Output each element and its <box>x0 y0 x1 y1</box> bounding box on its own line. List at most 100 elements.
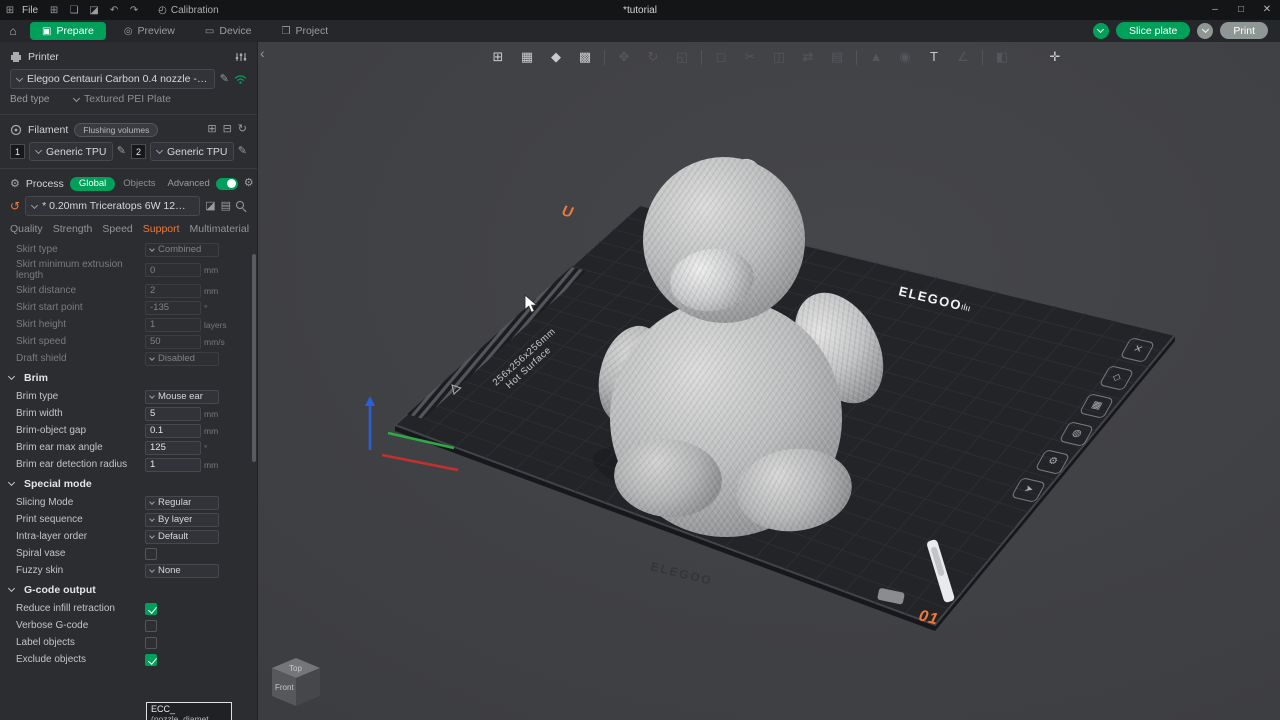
chevron-down-icon <box>31 201 38 208</box>
svg-text:Top: Top <box>289 664 302 673</box>
setting-input-brim-width[interactable] <box>145 407 201 421</box>
save-preset-icon[interactable]: ◪ <box>205 201 215 212</box>
setting-row-print-sequence: Print sequenceBy layer <box>0 511 257 528</box>
sidebar-scrollbar[interactable] <box>252 254 256 462</box>
new-project-icon[interactable]: ❏ <box>64 5 84 16</box>
edit-printer-icon[interactable]: ✎ <box>220 74 229 85</box>
add-filament-icon[interactable]: ⊞ <box>207 124 216 135</box>
navigation-cube[interactable]: Top Front <box>260 646 330 716</box>
redo-icon[interactable]: ↷ <box>124 5 144 16</box>
plate-corner-letter: U <box>560 202 576 221</box>
slice-plate-button[interactable]: Slice plate <box>1116 22 1190 39</box>
setting-select-slicing-mode[interactable]: Regular <box>145 496 219 510</box>
edit-filament-icon[interactable]: ✎ <box>117 146 126 157</box>
minimize-button[interactable]: – <box>1202 0 1228 20</box>
process-tab-speed[interactable]: Speed <box>102 223 132 235</box>
slice-dropdown-button[interactable] <box>1093 23 1109 39</box>
wifi-icon[interactable] <box>234 74 247 84</box>
filament-select[interactable]: Generic TPU <box>29 142 113 161</box>
setting-control: mm <box>145 284 249 298</box>
filament-index: 2 <box>131 144 146 159</box>
chevron-down-icon <box>156 147 163 154</box>
setting-row-brim-ear-detection-radius: Brim ear detection radiusmm <box>0 456 257 473</box>
menu-grid-icon[interactable]: ⊞ <box>0 5 20 16</box>
setting-select-fuzzy-skin[interactable]: None <box>145 564 219 578</box>
search-settings-icon[interactable] <box>236 201 247 212</box>
setting-checkbox-reduce-infill-retraction[interactable] <box>145 603 157 615</box>
setting-select-draft-shield[interactable]: Disabled <box>145 352 219 366</box>
tab-device[interactable]: ▭Device <box>193 22 264 40</box>
setting-input-brim-ear-detection-radius[interactable] <box>145 458 201 472</box>
menu-grid-icon[interactable]: ⊞ <box>44 5 64 16</box>
printer-settings-icon[interactable] <box>235 51 247 63</box>
sync-filament-icon[interactable]: ↻ <box>238 124 247 135</box>
advanced-label: Advanced <box>168 178 210 189</box>
setting-input-skirt-minimum-extrusion-length[interactable] <box>145 263 201 277</box>
advanced-toggle[interactable] <box>216 178 238 190</box>
close-button[interactable]: ✕ <box>1254 0 1280 20</box>
calibration-menu[interactable]: ◴ Calibration <box>158 5 219 16</box>
setting-input-skirt-distance[interactable] <box>145 284 201 298</box>
save-icon[interactable]: ◪ <box>84 5 104 16</box>
setting-value: Combined <box>158 244 201 255</box>
printer-preset-select[interactable]: Elegoo Centauri Carbon 0.4 nozzle - Copy <box>10 69 215 89</box>
autocomplete-item[interactable]: ECC_ <box>151 704 227 714</box>
viewport-3d[interactable]: ‹ ⊞▦◆▩✥↻◱◻✂◫⇄▤▲◉T∠◧✛ 256x256x256mm Hot S… <box>258 42 1280 720</box>
scope-objects-button[interactable]: Objects <box>123 178 155 189</box>
setting-input-skirt-height[interactable] <box>145 318 201 332</box>
reset-preset-icon[interactable]: ↺ <box>10 200 20 212</box>
tab-project[interactable]: ❒Project <box>269 22 340 40</box>
setting-select-intra-layer-order[interactable]: Default <box>145 530 219 544</box>
setting-row-verbose-g-code: Verbose G-code <box>0 617 257 634</box>
model-teddy-bear[interactable] <box>588 157 878 529</box>
setting-unit: layers <box>204 320 227 330</box>
setting-control: layers <box>145 318 249 332</box>
undo-icon[interactable]: ↶ <box>104 5 124 16</box>
setting-input-skirt-speed[interactable] <box>145 335 201 349</box>
section-header-g-code-output[interactable]: G-code output <box>0 580 257 600</box>
autocomplete-popup[interactable]: ECC_ (nozzle_diamet <box>146 702 232 720</box>
file-menu[interactable]: File <box>22 5 38 16</box>
process-preset-select[interactable]: * 0.20mm Triceratops 6W 12%if Gyroi... <box>25 196 200 216</box>
process-preset-value: * 0.20mm Triceratops 6W 12%if Gyroi... <box>42 200 194 212</box>
setting-input-brim-ear-max-angle[interactable] <box>145 441 201 455</box>
maximize-button[interactable]: □ <box>1228 0 1254 20</box>
setting-control: ° <box>145 441 249 455</box>
setting-input-brim-object-gap[interactable] <box>145 424 201 438</box>
section-header-special-mode[interactable]: Special mode <box>0 474 257 494</box>
setting-control <box>145 548 249 560</box>
edit-filament-icon[interactable]: ✎ <box>238 146 247 157</box>
setting-control: mm/s <box>145 335 249 349</box>
titlebar: ⊞ File ⊞❏◪↶↷ ◴ Calibration *tutorial –□✕ <box>0 0 1280 20</box>
setting-checkbox-exclude-objects[interactable] <box>145 654 157 666</box>
process-settings-icon[interactable]: ⚙ <box>244 178 254 189</box>
tab-prepare[interactable]: ▣Prepare <box>30 22 106 40</box>
flushing-volumes-button[interactable]: Flushing volumes <box>74 123 158 137</box>
setting-checkbox-label-objects[interactable] <box>145 637 157 649</box>
print-button[interactable]: Print <box>1220 22 1268 39</box>
setting-unit: ° <box>204 303 207 313</box>
setting-checkbox-verbose-g-code[interactable] <box>145 620 157 632</box>
home-button[interactable]: ⌂ <box>0 24 26 38</box>
remove-filament-icon[interactable]: ⊟ <box>223 124 232 135</box>
setting-row-brim-width: Brim widthmm <box>0 405 257 422</box>
setting-input-skirt-start-point[interactable] <box>145 301 201 315</box>
preset-list-icon[interactable]: ▤ <box>221 201 231 212</box>
tab-preview[interactable]: ◎Preview <box>112 22 187 40</box>
process-tab-quality[interactable]: Quality <box>10 223 43 235</box>
process-tab-support[interactable]: Support <box>143 223 180 235</box>
setting-label: Label objects <box>16 636 145 649</box>
scope-global-button[interactable]: Global <box>70 177 115 191</box>
section-header-brim[interactable]: Brim <box>0 368 257 388</box>
filament-index: 1 <box>10 144 25 159</box>
setting-label: Exclude objects <box>16 653 145 666</box>
print-dropdown-button[interactable] <box>1197 23 1213 39</box>
bed-type-select[interactable]: Textured PEI Plate <box>67 89 247 109</box>
process-tab-strength[interactable]: Strength <box>53 223 93 235</box>
setting-select-print-sequence[interactable]: By layer <box>145 513 219 527</box>
process-tab-multimaterial[interactable]: Multimaterial <box>190 223 250 235</box>
setting-select-brim-type[interactable]: Mouse ear <box>145 390 219 404</box>
filament-select[interactable]: Generic TPU <box>150 142 234 161</box>
setting-checkbox-spiral-vase[interactable] <box>145 548 157 560</box>
setting-select-skirt-type[interactable]: Combined <box>145 243 219 257</box>
